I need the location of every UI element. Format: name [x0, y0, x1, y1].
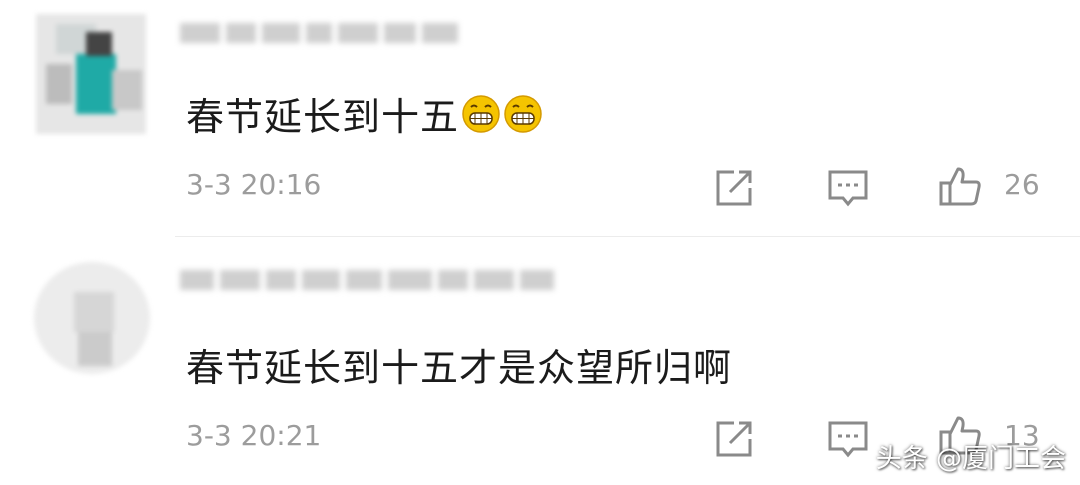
username[interactable] — [180, 22, 464, 48]
comment-reply-icon — [828, 170, 868, 207]
comment-text-content: 春节延长到十五 — [186, 95, 460, 139]
thumbs-up-icon — [939, 167, 981, 206]
comment-timestamp: 3-3 20:16 — [186, 168, 322, 201]
share-icon — [716, 421, 752, 457]
share-button[interactable] — [712, 417, 756, 461]
share-button[interactable] — [712, 166, 756, 210]
username[interactable] — [180, 269, 560, 295]
comment-item: 春节延长到十五 3-3 20:16 26 — [0, 0, 1080, 236]
like-button[interactable] — [938, 164, 982, 208]
avatar[interactable] — [36, 14, 146, 134]
grinning-emoji-icon — [504, 95, 542, 133]
comment-reply-icon — [828, 421, 868, 458]
comment-text: 春节延长到十五才是众望所归啊 — [186, 346, 733, 390]
avatar[interactable] — [34, 262, 150, 374]
like-count: 26 — [1004, 168, 1040, 201]
share-icon — [716, 170, 752, 206]
reply-button[interactable] — [826, 166, 870, 210]
comment-text: 春节延长到十五 — [186, 86, 543, 141]
watermark: 头条 @厦门工会 — [875, 444, 1066, 474]
comment-timestamp: 3-3 20:21 — [186, 419, 322, 452]
grinning-emoji-icon — [462, 95, 500, 133]
reply-button[interactable] — [826, 417, 870, 461]
